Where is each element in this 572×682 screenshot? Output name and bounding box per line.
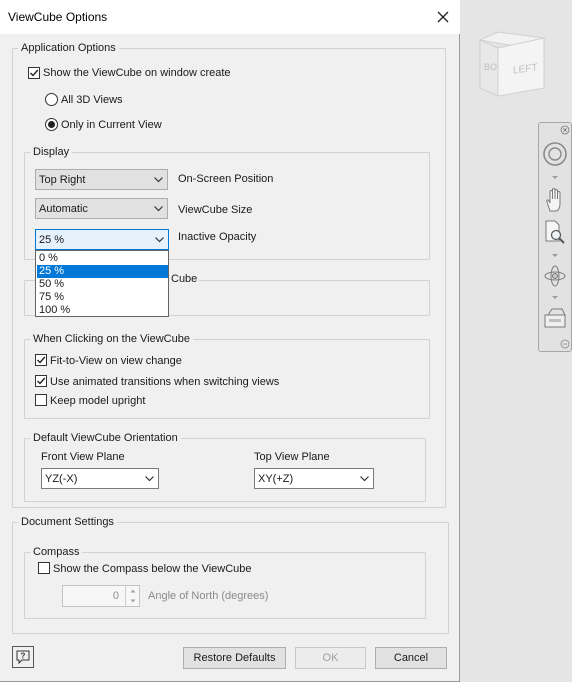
close-icon (437, 11, 449, 23)
show-on-create-label: Show the ViewCube on window create (43, 67, 231, 79)
checkmark-icon (37, 356, 46, 364)
application-options-legend: Application Options (21, 42, 116, 54)
viewcube[interactable]: BO LEFT (474, 30, 550, 102)
chevron-down-icon (360, 476, 369, 482)
chevron-down-icon (145, 476, 154, 482)
orbit-icon[interactable] (542, 263, 568, 289)
chevron-down-icon (154, 177, 163, 183)
chevron-down-icon (155, 237, 164, 243)
opacity-dropdown-list: 0 % 25 % 50 % 75 % 100 % (35, 250, 169, 317)
animated-transitions-label: Use animated transitions when switching … (50, 376, 280, 388)
orientation-legend: Default ViewCube Orientation (33, 432, 178, 444)
zoom-icon[interactable] (542, 219, 568, 245)
ok-button[interactable]: OK (295, 647, 366, 669)
front-plane-label: Front View Plane (41, 451, 125, 463)
keep-upright-checkbox[interactable] (35, 394, 47, 406)
size-label: ViewCube Size (178, 204, 253, 216)
checkmark-icon (30, 69, 39, 77)
opacity-option[interactable]: 100 % (37, 304, 168, 317)
hidden-group-legend: Cube (169, 273, 200, 285)
top-plane-label: Top View Plane (254, 451, 330, 463)
angle-of-north-value: 0 (112, 590, 119, 602)
svg-text:?: ? (21, 652, 26, 661)
chevron-down-icon (154, 206, 163, 212)
steering-wheel-icon[interactable] (541, 141, 569, 167)
arrow-down-icon (130, 599, 136, 603)
opacity-label: Inactive Opacity (178, 231, 257, 243)
opacity-option[interactable]: 0 % (37, 252, 168, 265)
front-plane-select[interactable]: YZ(-X) (41, 468, 159, 489)
look-at-icon[interactable] (542, 305, 568, 331)
top-plane-select[interactable]: XY(+Z) (254, 468, 374, 489)
help-button[interactable]: ? (12, 646, 34, 668)
opacity-option-selected[interactable]: 25 % (37, 265, 168, 278)
viewcube-options-dialog: ViewCube Options Application Options Sho… (0, 0, 460, 682)
pan-hand-icon[interactable] (542, 187, 568, 213)
spin-up-button[interactable] (125, 586, 139, 596)
spin-down-button[interactable] (125, 596, 139, 606)
keep-upright-label: Keep model upright (50, 395, 146, 407)
clicking-legend: When Clicking on the ViewCube (33, 333, 190, 345)
radio-selected-dot (48, 121, 55, 128)
close-button[interactable] (428, 2, 458, 32)
chevron-down-icon[interactable] (551, 175, 559, 180)
restore-defaults-button[interactable]: Restore Defaults (183, 647, 286, 669)
compass-legend: Compass (33, 546, 80, 558)
navigation-bar (538, 122, 572, 352)
display-legend: Display (33, 146, 70, 158)
dialog-title: ViewCube Options (8, 10, 108, 24)
all-3d-views-radio[interactable] (45, 93, 58, 106)
compass-group: Compass (24, 546, 426, 619)
viewcube-face-front: BO (484, 62, 498, 72)
customize-icon[interactable] (560, 339, 570, 349)
opacity-select[interactable]: 25 % (35, 229, 169, 250)
position-select[interactable]: Top Right (35, 169, 168, 190)
cancel-button[interactable]: Cancel (375, 647, 447, 669)
show-on-create-checkbox[interactable] (28, 67, 40, 79)
title-bar: ViewCube Options (0, 0, 460, 34)
checkmark-icon (37, 377, 46, 385)
help-icon: ? (16, 650, 30, 665)
angle-of-north-spinner[interactable]: 0 (62, 585, 140, 607)
opacity-option[interactable]: 50 % (37, 278, 168, 291)
chevron-down-icon[interactable] (551, 253, 559, 258)
animated-transitions-checkbox[interactable] (35, 375, 47, 387)
opacity-option[interactable]: 75 % (37, 291, 168, 304)
all-3d-views-label: All 3D Views (61, 94, 123, 106)
orientation-group: Default ViewCube Orientation (24, 432, 426, 502)
size-select[interactable]: Automatic (35, 198, 168, 219)
show-compass-checkbox[interactable] (38, 562, 50, 574)
show-compass-label: Show the Compass below the ViewCube (53, 563, 252, 575)
close-icon[interactable] (560, 125, 570, 135)
current-view-radio[interactable] (45, 118, 58, 131)
angle-of-north-label: Angle of North (degrees) (148, 590, 269, 602)
fit-to-view-label: Fit-to-View on view change (50, 355, 182, 367)
position-label: On-Screen Position (178, 173, 274, 185)
arrow-up-icon (130, 589, 136, 593)
current-view-label: Only in Current View (61, 119, 162, 131)
fit-to-view-checkbox[interactable] (35, 354, 47, 366)
chevron-down-icon[interactable] (551, 295, 559, 300)
document-settings-legend: Document Settings (21, 516, 114, 528)
